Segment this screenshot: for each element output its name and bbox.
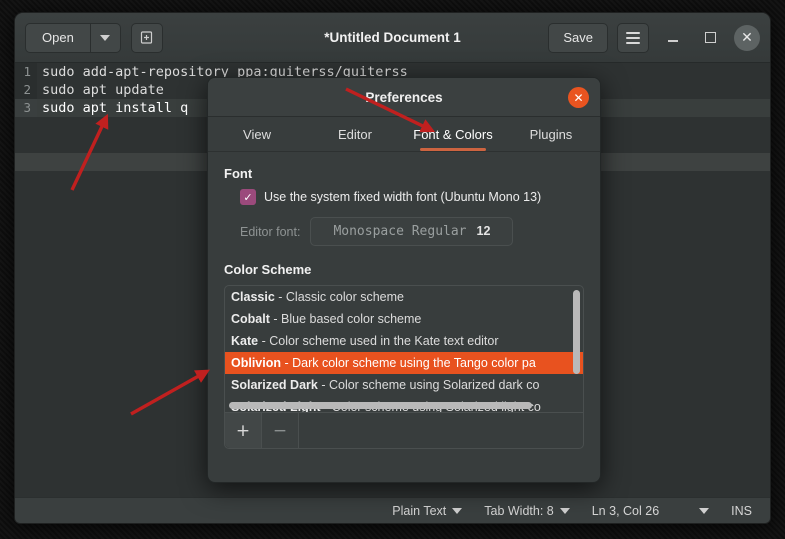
open-recent-dropdown-button[interactable] [91, 23, 121, 53]
close-icon: ✕ [573, 91, 583, 105]
editor-font-button[interactable]: Monospace Regular 12 [310, 217, 513, 246]
add-scheme-button[interactable]: + [225, 413, 262, 448]
system-font-checkbox[interactable]: ✓ [240, 189, 256, 205]
tab-editor[interactable]: Editor [306, 117, 404, 151]
hamburger-menu-icon [626, 32, 640, 34]
chevron-down-icon [100, 35, 110, 41]
preferences-tab-bar: View Editor Font & Colors Plugins [208, 117, 600, 152]
tab-width-label: Tab Width: 8 [484, 504, 553, 518]
editor-font-row: Editor font: Monospace Regular 12 [240, 217, 584, 246]
cursor-position-label: Ln 3, Col 26 [592, 504, 659, 518]
color-scheme-list[interactable]: Classic - Classic color scheme Cobalt - … [224, 285, 584, 413]
minimize-button[interactable] [660, 25, 686, 51]
color-scheme-heading: Color Scheme [224, 262, 584, 277]
chevron-down-icon [452, 508, 462, 514]
preferences-title: Preferences [365, 90, 442, 105]
tab-plugins[interactable]: Plugins [502, 117, 600, 151]
maximize-button[interactable] [697, 25, 723, 51]
preferences-dialog: Preferences ✕ View Editor Font & Colors … [207, 77, 601, 483]
preferences-close-button[interactable]: ✕ [568, 87, 589, 108]
list-item[interactable]: Cobalt - Blue based color scheme [225, 308, 583, 330]
system-font-checkbox-label: Use the system fixed width font (Ubuntu … [264, 190, 541, 204]
scheme-name: Kate [231, 334, 258, 348]
open-button-group: Open [25, 23, 121, 53]
color-scheme-toolbar: + − [224, 413, 584, 449]
horizontal-scrollbar-thumb[interactable] [229, 402, 532, 409]
scheme-description: - Dark color scheme using the Tango colo… [284, 356, 535, 370]
vertical-scrollbar-thumb[interactable] [573, 290, 580, 374]
insert-mode-indicator: INS [731, 504, 752, 518]
horizontal-scrollbar[interactable] [229, 402, 573, 409]
close-window-button[interactable]: ✕ [734, 25, 760, 51]
remove-scheme-button[interactable]: − [262, 413, 299, 448]
hamburger-menu-icon-line3 [626, 42, 640, 44]
scheme-name: Classic [231, 290, 275, 304]
language-selector[interactable]: Plain Text [392, 504, 462, 518]
scheme-description: - Color scheme using Solarized dark co [321, 378, 539, 392]
editor-font-caption: Editor font: [240, 225, 300, 239]
line-text: sudo apt install q [37, 99, 188, 117]
language-label: Plain Text [392, 504, 446, 518]
line-text: sudo apt update [37, 81, 164, 99]
new-document-icon [139, 30, 154, 45]
tab-width-selector[interactable]: Tab Width: 8 [484, 504, 569, 518]
tab-plugins-label: Plugins [530, 127, 573, 142]
system-font-checkbox-row[interactable]: ✓ Use the system fixed width font (Ubunt… [240, 189, 584, 205]
save-button-label: Save [563, 30, 593, 45]
editor-font-size: 12 [477, 224, 491, 238]
line-number: 2 [15, 81, 37, 99]
vertical-scrollbar[interactable] [573, 290, 580, 394]
list-item[interactable]: Kate - Color scheme used in the Kate tex… [225, 330, 583, 352]
list-item[interactable]: Classic - Classic color scheme [225, 286, 583, 308]
maximize-icon [705, 32, 716, 43]
new-document-button[interactable] [131, 23, 163, 53]
line-number: 1 [15, 63, 37, 81]
chevron-down-icon [560, 508, 570, 514]
scheme-description: - Classic color scheme [278, 290, 404, 304]
preferences-body: Font ✓ Use the system fixed width font (… [208, 152, 600, 482]
line-number: 3 [15, 99, 37, 117]
scheme-description: - Color scheme used in the Kate text edi… [262, 334, 499, 348]
scheme-name: Oblivion [231, 356, 281, 370]
close-icon: ✕ [741, 31, 753, 45]
open-button[interactable]: Open [25, 23, 91, 53]
tab-view[interactable]: View [208, 117, 306, 151]
window-headerbar: Open *Untitled Document 1 Save [15, 13, 770, 63]
scheme-description: - Blue based color scheme [273, 312, 421, 326]
open-button-label: Open [42, 30, 74, 45]
status-bar: Plain Text Tab Width: 8 Ln 3, Col 26 INS [15, 497, 770, 524]
tab-editor-label: Editor [338, 127, 372, 142]
hamburger-menu-button[interactable] [617, 23, 649, 53]
minimize-icon [668, 40, 678, 42]
scheme-name: Solarized Dark [231, 378, 318, 392]
insert-mode-label: INS [731, 504, 752, 518]
plus-icon: + [236, 421, 250, 441]
font-section-heading: Font [224, 166, 584, 181]
list-item[interactable]: Solarized Dark - Color scheme using Sola… [225, 374, 583, 396]
headerbar-right-controls: Save ✕ [548, 23, 760, 53]
check-icon: ✓ [243, 192, 252, 203]
hamburger-menu-icon-line2 [626, 37, 640, 39]
editor-font-name: Monospace Regular [333, 224, 466, 239]
tab-font-and-colors[interactable]: Font & Colors [404, 117, 502, 151]
tab-font-and-colors-label: Font & Colors [413, 127, 492, 142]
cursor-position-selector[interactable]: Ln 3, Col 26 [592, 504, 709, 518]
save-button[interactable]: Save [548, 23, 608, 53]
list-item-selected[interactable]: Oblivion - Dark color scheme using the T… [225, 352, 583, 374]
preferences-titlebar: Preferences ✕ [208, 78, 600, 117]
chevron-down-icon [699, 508, 709, 514]
scheme-name: Cobalt [231, 312, 270, 326]
tab-view-label: View [243, 127, 271, 142]
minus-icon: − [273, 421, 287, 441]
